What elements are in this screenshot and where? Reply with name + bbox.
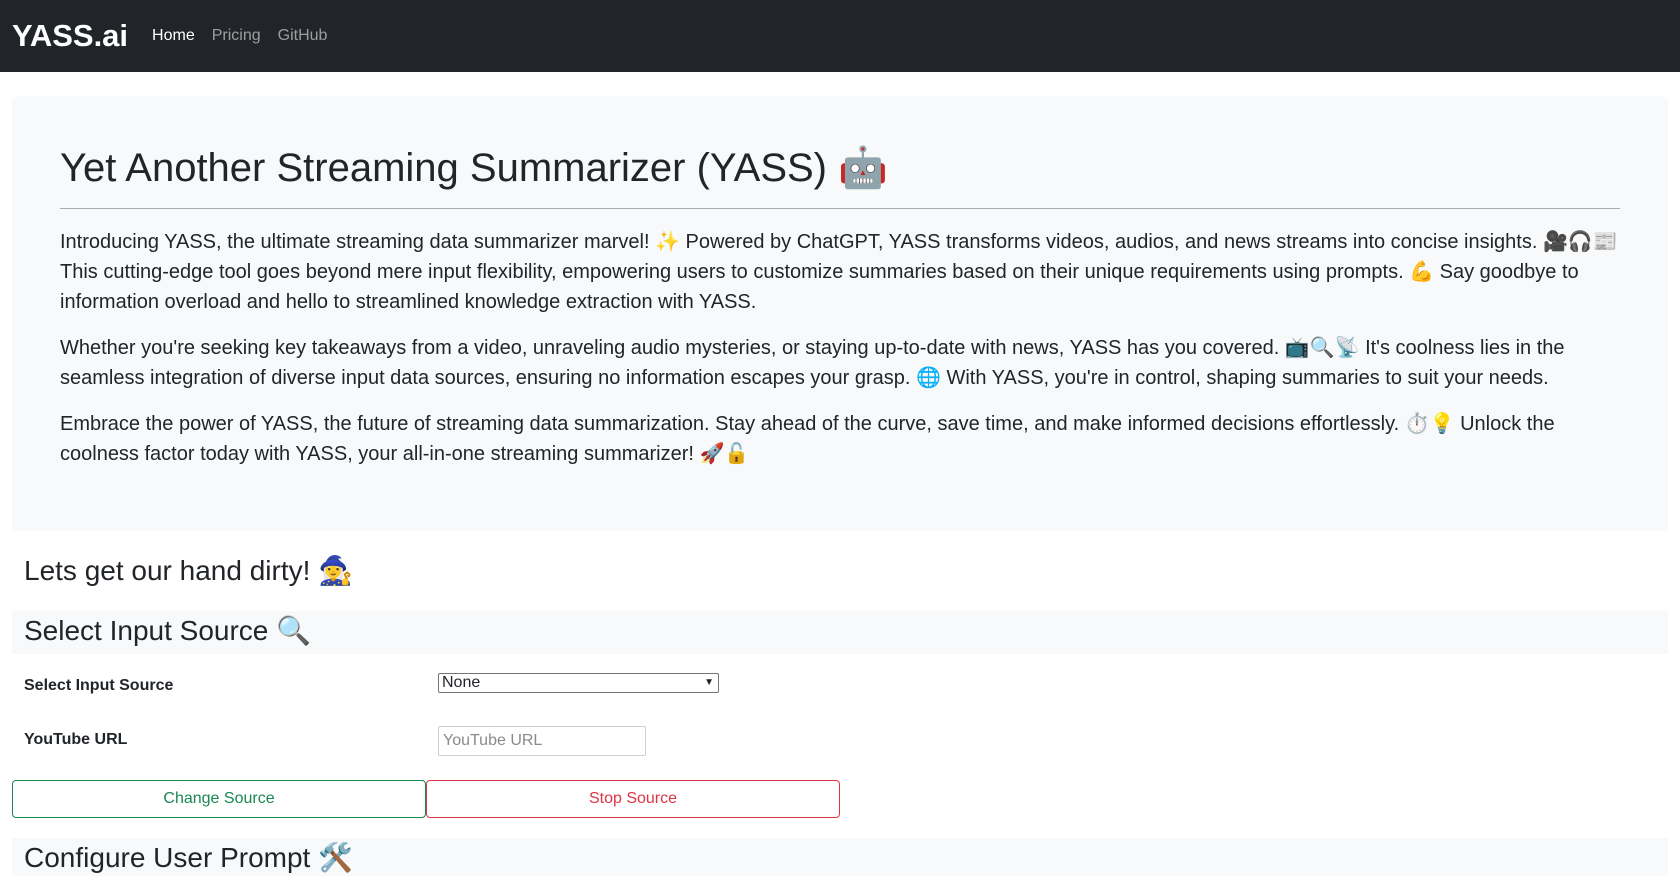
select-input-source-label: Select Input Source [24,677,174,694]
top-navbar: YASS.ai Home Pricing GitHub [0,0,1680,72]
hero-divider [60,208,1620,209]
hero-paragraph-closing: Embrace the power of YASS, the future of… [60,413,1555,465]
input-source-select[interactable]: None ▼ [438,673,719,693]
brand-logo[interactable]: YASS.ai [12,18,128,54]
hero-paragraph-intro: Introducing YASS, the ultimate streaming… [60,231,1618,313]
chevron-down-icon: ▼ [704,677,714,688]
youtube-url-label: YouTube URL [24,731,128,748]
hero-jumbotron: Yet Another Streaming Summarizer (YASS) … [12,96,1668,531]
nav-link-pricing[interactable]: Pricing [212,27,261,45]
youtube-url-input[interactable] [438,726,646,756]
nav-link-home[interactable]: Home [152,27,195,45]
prompt-section-header: Configure User Prompt 🛠️ [12,838,1668,876]
input-source-title: Select Input Source 🔍 [24,615,312,646]
prompt-section-title: Configure User Prompt 🛠️ [24,842,353,873]
change-source-button[interactable]: Change Source [12,780,426,818]
intro-heading: Lets get our hand dirty! 🧙‍♀️ [24,555,354,586]
input-source-selected-value: None [442,674,481,691]
nav-link-github[interactable]: GitHub [278,27,328,45]
input-source-section-header: Select Input Source 🔍 [12,611,1668,654]
hero-paragraph-coverage: Whether you're seeking key takeaways fro… [60,337,1565,389]
hero-title: Yet Another Streaming Summarizer (YASS) … [60,146,888,190]
stop-source-button[interactable]: Stop Source [426,780,840,818]
